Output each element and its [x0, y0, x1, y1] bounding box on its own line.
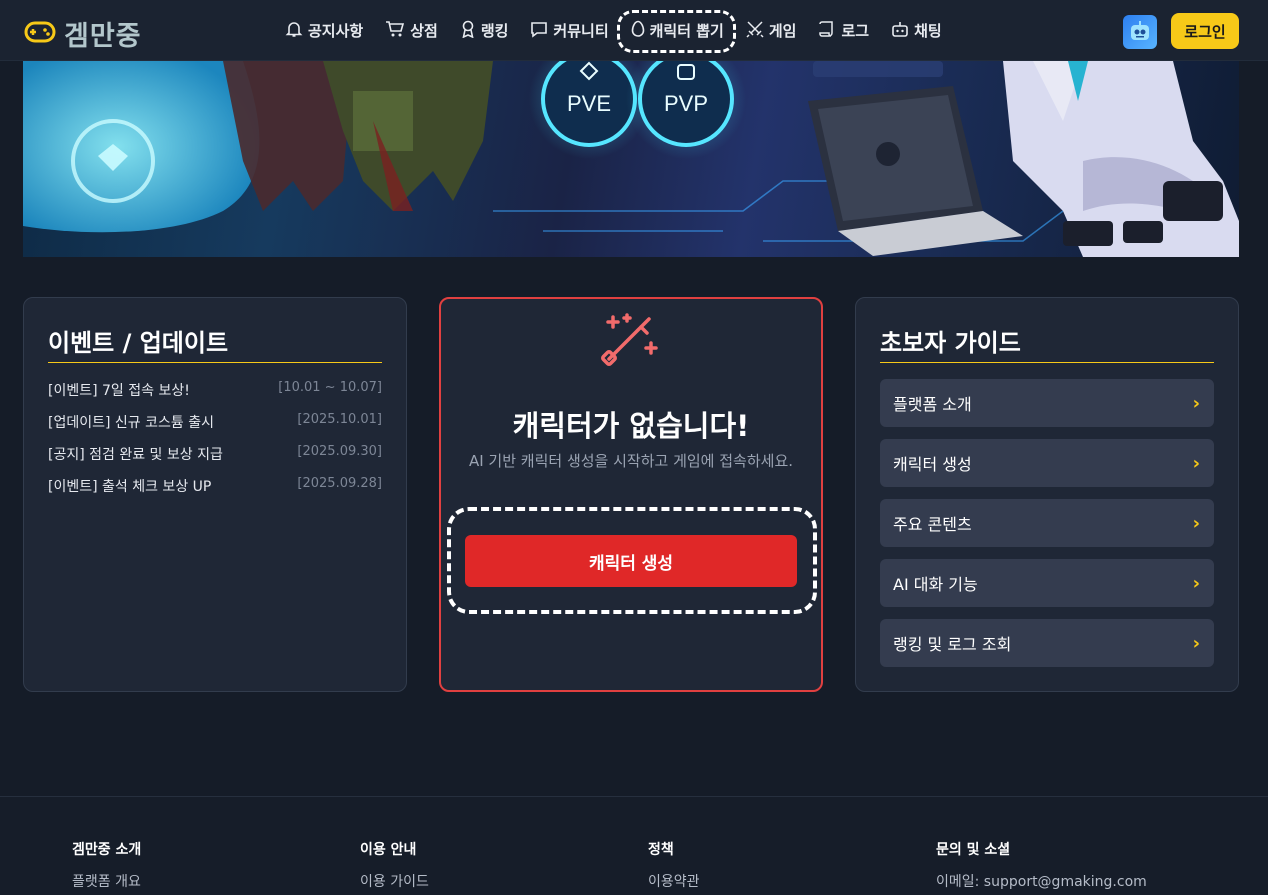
title-divider — [48, 362, 382, 363]
event-item[interactable]: [공지] 점검 완료 및 보상 지급 [2025.09.30] — [48, 444, 382, 476]
footer-heading: 겜만중 소개 — [72, 842, 142, 858]
nav-item-shop[interactable]: 상점 — [385, 0, 438, 61]
guide-item-ranking-log[interactable]: 랭킹 및 로그 조회 › — [880, 619, 1214, 667]
event-date: [2025.09.28] — [297, 476, 382, 491]
hero-banner: PVE PVP — [23, 61, 1239, 257]
guide-list: 플랫폼 소개 › 캐릭터 생성 › 주요 콘텐츠 › AI 대화 기능 › 랭킹… — [880, 379, 1214, 679]
guide-item-label: 랭킹 및 로그 조회 — [893, 635, 1012, 654]
guide-item-character[interactable]: 캐릭터 생성 › — [880, 439, 1214, 487]
robot-avatar[interactable] — [1123, 15, 1157, 49]
scroll-icon — [818, 20, 836, 42]
events-card: 이벤트 / 업데이트 [이벤트] 7일 접속 보상! [10.01 ~ 10.0… — [23, 297, 407, 692]
bell-icon — [285, 20, 303, 42]
footer-column-guide: 이용 안내 이용 가이드 — [360, 839, 429, 891]
medal-icon — [460, 20, 476, 42]
footer-heading: 문의 및 소셜 — [936, 842, 1011, 858]
footer-column-contact: 문의 및 소셜 이메일: support@gmaking.com — [936, 839, 1147, 891]
nav-item-chat[interactable]: 채팅 — [891, 0, 942, 61]
nav-label: 공지사항 — [308, 22, 364, 40]
nav-item-gacha[interactable]: 캐릭터 뽑기 — [616, 0, 736, 61]
footer-column-about: 겜만중 소개 플랫폼 개요 — [72, 839, 141, 891]
top-navbar: 겜만중 공지사항 상점 랭킹 커뮤니티 캐릭터 뽑기 게임 로그 채팅 로그인 — [0, 0, 1268, 61]
main-nav: 공지사항 상점 랭킹 커뮤니티 캐릭터 뽑기 게임 로그 채팅 — [285, 0, 964, 61]
nav-item-community[interactable]: 커뮤니티 — [530, 0, 609, 61]
guide-item-platform[interactable]: 플랫폼 소개 › — [880, 379, 1214, 427]
chevron-right-icon: › — [1192, 392, 1200, 414]
banner-illustration: PVE PVP — [23, 61, 1239, 257]
event-title: [업데이트] 신규 코스튬 출시 — [48, 415, 214, 431]
guide-item-label: 캐릭터 생성 — [893, 455, 972, 474]
nav-label: 로그 — [841, 22, 870, 40]
footer-link[interactable]: 플랫폼 개요 — [72, 871, 141, 891]
event-date: [10.01 ~ 10.07] — [278, 380, 382, 395]
chevron-right-icon: › — [1192, 572, 1200, 594]
highlight-outline — [616, 10, 736, 53]
guide-item-label: AI 대화 기능 — [893, 575, 978, 594]
event-title: [이벤트] 출석 체크 보상 UP — [48, 479, 212, 495]
nav-label: 게임 — [768, 22, 797, 40]
nav-item-notice[interactable]: 공지사항 — [285, 0, 363, 61]
nav-label: 커뮤니티 — [553, 22, 609, 40]
event-title: [공지] 점검 완료 및 보상 지급 — [48, 447, 223, 463]
brand-name: 겜만중 — [64, 21, 142, 52]
empty-title: 캐릭터가 없습니다! — [512, 409, 750, 443]
footer-link[interactable]: 이용 가이드 — [360, 871, 429, 891]
chevron-right-icon: › — [1192, 452, 1200, 474]
brand-logo[interactable]: 겜만중 — [24, 14, 142, 53]
login-button[interactable]: 로그인 — [1171, 13, 1239, 49]
events-title: 이벤트 / 업데이트 — [48, 329, 229, 357]
footer-heading: 정책 — [648, 842, 674, 858]
event-title: [이벤트] 7일 접속 보상! — [48, 383, 190, 399]
chevron-right-icon: › — [1192, 512, 1200, 534]
pvp-badge: PVP — [664, 91, 708, 116]
bot-icon — [891, 20, 909, 42]
nav-item-game[interactable]: 게임 — [746, 0, 797, 61]
event-date: [2025.10.01] — [297, 412, 382, 427]
cart-icon — [385, 20, 405, 42]
beginner-guide-card: 초보자 가이드 플랫폼 소개 › 캐릭터 생성 › 주요 콘텐츠 › AI 대화… — [855, 297, 1239, 692]
guide-title: 초보자 가이드 — [880, 329, 1021, 357]
event-item[interactable]: [이벤트] 7일 접속 보상! [10.01 ~ 10.07] — [48, 380, 382, 412]
footer-column-policy: 정책 이용약관 — [648, 839, 700, 891]
guide-item-content[interactable]: 주요 콘텐츠 › — [880, 499, 1214, 547]
event-item[interactable]: [업데이트] 신규 코스튬 출시 [2025.10.01] — [48, 412, 382, 444]
gamepad-icon — [24, 19, 56, 49]
title-divider — [880, 362, 1214, 363]
guide-item-ai-chat[interactable]: AI 대화 기능 › — [880, 559, 1214, 607]
chat-icon — [530, 20, 548, 42]
footer-heading: 이용 안내 — [360, 842, 417, 858]
nav-item-ranking[interactable]: 랭킹 — [460, 0, 509, 61]
nav-label: 랭킹 — [480, 22, 509, 40]
guide-item-label: 주요 콘텐츠 — [893, 515, 972, 534]
nav-item-log[interactable]: 로그 — [818, 0, 869, 61]
site-footer: 겜만중 소개 플랫폼 개요 이용 안내 이용 가이드 정책 이용약관 문의 및 … — [0, 796, 1268, 895]
pve-badge: PVE — [567, 91, 611, 116]
event-item[interactable]: [이벤트] 출석 체크 보상 UP [2025.09.28] — [48, 476, 382, 508]
footer-link[interactable]: 이용약관 — [648, 871, 700, 891]
nav-label: 채팅 — [914, 22, 942, 40]
nav-label: 상점 — [410, 22, 438, 40]
character-empty-card: 캐릭터가 없습니다! AI 기반 캐릭터 생성을 시작하고 게임에 접속하세요.… — [439, 297, 823, 692]
footer-email[interactable]: 이메일: support@gmaking.com — [936, 871, 1147, 891]
create-character-button[interactable]: 캐릭터 생성 — [465, 535, 797, 587]
magic-wand-icon — [601, 311, 663, 371]
events-list: [이벤트] 7일 접속 보상! [10.01 ~ 10.07] [업데이트] 신… — [48, 380, 382, 508]
empty-description: AI 기반 캐릭터 생성을 시작하고 게임에 접속하세요. — [468, 452, 794, 470]
chevron-right-icon: › — [1192, 632, 1200, 654]
guide-item-label: 플랫폼 소개 — [893, 395, 972, 414]
swords-icon — [746, 20, 764, 42]
event-date: [2025.09.30] — [297, 444, 382, 459]
